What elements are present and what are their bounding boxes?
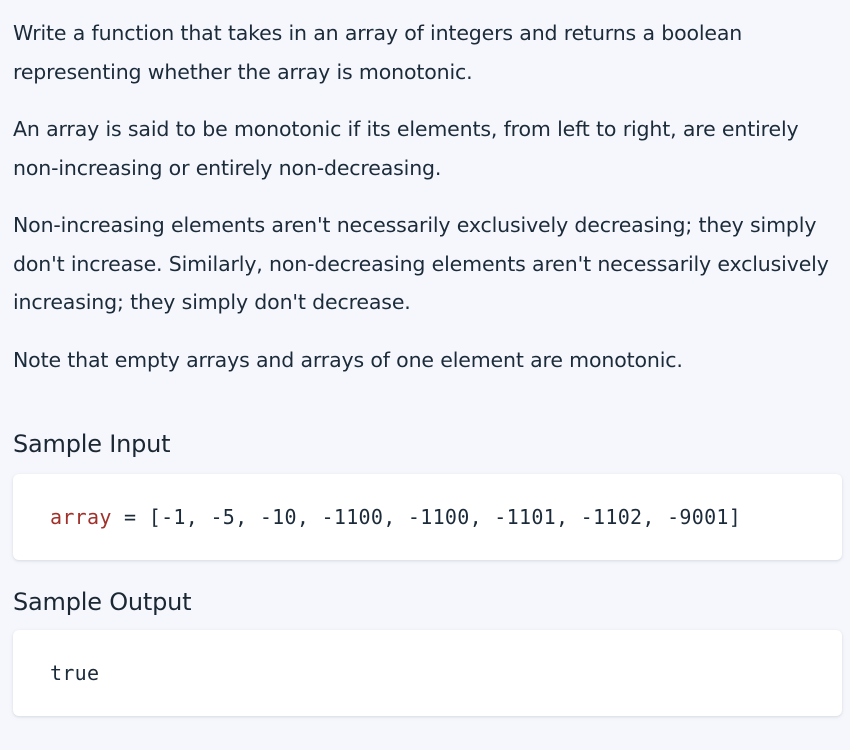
sample-output-code-block[interactable]: true [13, 630, 842, 716]
code-value: [-1, -5, -10, -1100, -1100, -1101, -1102… [148, 505, 742, 529]
sample-input-code-block[interactable]: array = [-1, -5, -10, -1100, -1100, -110… [13, 474, 842, 560]
sample-output-heading: Sample Output [13, 588, 192, 616]
code-variable: array [50, 505, 112, 529]
description-paragraph-2: An array is said to be monotonic if its … [13, 117, 799, 180]
sample-input-heading: Sample Input [13, 430, 171, 458]
problem-statement: Write a function that takes in an array … [0, 0, 850, 750]
code-operator: = [111, 505, 149, 529]
description-paragraph-4: Note that empty arrays and arrays of one… [13, 347, 683, 372]
description-paragraph-1: Write a function that takes in an array … [13, 21, 743, 84]
description-paragraph-3: Non-increasing elements aren't necessari… [13, 213, 829, 314]
output-value: true [50, 661, 100, 685]
